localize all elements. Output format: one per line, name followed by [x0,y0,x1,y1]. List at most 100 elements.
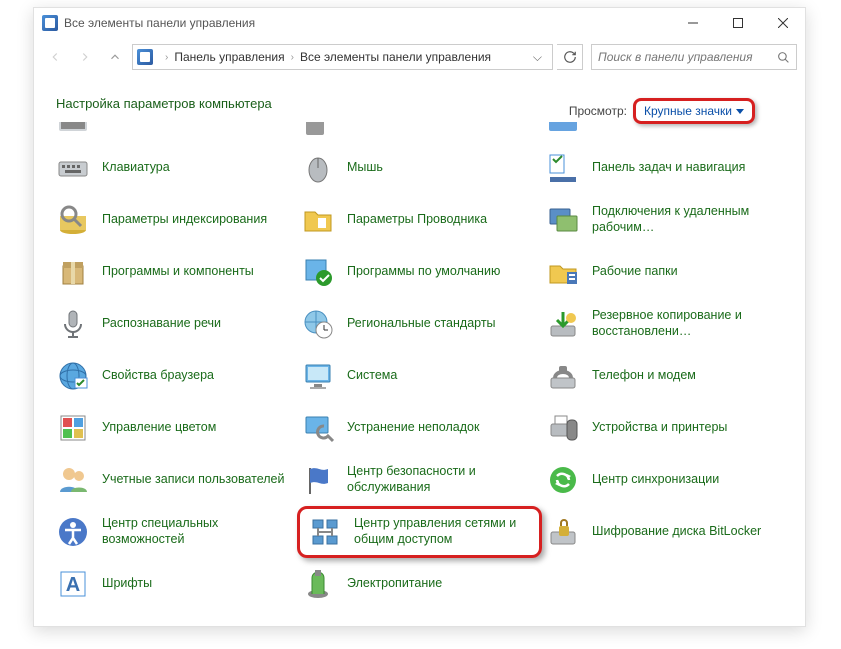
breadcrumb[interactable]: › Панель управления › Все элементы панел… [132,44,553,70]
item-ease[interactable]: Центр специальных возможностей [52,506,297,558]
item-label: Система [347,368,397,384]
defaults-icon [301,255,335,289]
item-remote[interactable]: Подключения к удаленным рабочим… [542,194,787,246]
content-area: Настройка параметров компьютера Просмотр… [34,76,805,121]
item-programs[interactable]: Программы и компоненты [52,246,297,298]
item-bitlocker[interactable]: Шифрование диска BitLocker [542,506,787,558]
folder-icon [301,203,335,237]
item-label: Программы и компоненты [102,264,254,280]
titlebar-text: Все элементы панели управления [64,16,670,30]
item-defaults[interactable]: Программы по умолчанию [297,246,542,298]
item-label: Телефон и модем [592,368,696,384]
item-browser[interactable]: Свойства браузера [52,350,297,402]
forward-button[interactable] [72,44,98,70]
list-item[interactable] [52,127,297,142]
mouse-icon [301,151,335,185]
wrench-icon [301,411,335,445]
close-button[interactable] [760,8,805,38]
chevron-down-icon [736,109,744,114]
phone-icon [546,359,580,393]
keyboard-icon [56,151,90,185]
list-item [542,558,787,610]
accessibility-icon [56,515,90,549]
item-speech[interactable]: Распознавание речи [52,298,297,350]
item-label: Учетные записи пользователей [102,472,285,488]
item-system[interactable]: Система [297,350,542,402]
power-icon [301,567,335,601]
taskbar-icon [546,151,580,185]
item-mouse[interactable]: Мышь [297,142,542,194]
window-controls [670,8,805,38]
globe-clock-icon [301,307,335,341]
up-button[interactable] [102,44,128,70]
search-folder-icon [56,203,90,237]
refresh-button[interactable] [557,44,583,70]
printer-icon [546,411,580,445]
item-fonts[interactable]: AШрифты [52,558,297,610]
item-label: Панель задач и навигация [592,160,745,176]
briefcase-icon [546,255,580,289]
app-icon [42,15,58,31]
item-workfolders[interactable]: Рабочие папки [542,246,787,298]
nav-row: › Панель управления › Все элементы панел… [34,38,805,76]
computer-icon [301,359,335,393]
microphone-icon [56,307,90,341]
item-label: Клавиатура [102,160,170,176]
view-label: Просмотр: [569,104,627,118]
chevron-right-icon: › [291,52,294,63]
item-label: Параметры Проводника [347,212,487,228]
view-mode-dropdown[interactable]: Крупные значки [633,98,755,124]
item-label: Резервное копирование и восстановлени… [592,308,782,339]
item-security[interactable]: Центр безопасности и обслуживания [297,454,542,506]
item-explorer[interactable]: Параметры Проводника [297,194,542,246]
item-devices[interactable]: Устройства и принтеры [542,402,787,454]
list-item[interactable] [542,127,787,142]
item-users[interactable]: Учетные записи пользователей [52,454,297,506]
items-grid: Клавиатура Мышь Панель задач и навигация… [34,121,805,610]
item-label: Центр специальных возможностей [102,516,292,547]
network-icon [308,515,342,549]
item-label: Шифрование диска BitLocker [592,524,761,540]
item-network-highlighted[interactable]: Центр управления сетями и общим доступом [297,506,542,558]
item-color[interactable]: Управление цветом [52,402,297,454]
item-label: Распознавание речи [102,316,221,332]
svg-text:A: A [66,574,80,596]
sync-icon [546,463,580,497]
item-taskbar[interactable]: Панель задач и навигация [542,142,787,194]
item-label: Рабочие папки [592,264,678,280]
item-power[interactable]: Электропитание [297,558,542,610]
item-regional[interactable]: Региональные стандарты [297,298,542,350]
backup-icon [546,307,580,341]
list-item[interactable] [297,127,542,142]
back-button[interactable] [42,44,68,70]
flag-icon [301,463,335,497]
item-label: Устройства и принтеры [592,420,727,436]
item-troubleshoot[interactable]: Устранение неполадок [297,402,542,454]
remote-desktop-icon [546,203,580,237]
view-current: Крупные значки [644,104,732,118]
item-backup[interactable]: Резервное копирование и восстановлени… [542,298,787,350]
breadcrumb-icon [137,49,153,65]
box-icon [56,255,90,289]
item-label: Центр управления сетями и общим доступом [354,516,531,547]
font-icon: A [56,567,90,601]
item-sync[interactable]: Центр синхронизации [542,454,787,506]
color-icon [56,411,90,445]
search-box[interactable]: Поиск в панели управления [591,44,797,70]
view-by: Просмотр: Крупные значки [569,98,755,124]
minimize-button[interactable] [670,8,715,38]
users-icon [56,463,90,497]
chevron-right-icon: › [165,52,168,63]
item-keyboard[interactable]: Клавиатура [52,142,297,194]
item-label: Подключения к удаленным рабочим… [592,204,782,235]
control-panel-window: Все элементы панели управления › Панель … [33,7,806,627]
item-label: Устранение неполадок [347,420,479,436]
search-placeholder: Поиск в панели управления [598,50,777,64]
item-indexing[interactable]: Параметры индексирования [52,194,297,246]
item-phone[interactable]: Телефон и модем [542,350,787,402]
breadcrumb-part[interactable]: Панель управления [174,50,284,64]
maximize-button[interactable] [715,8,760,38]
chevron-down-icon[interactable]: ⌵ [527,50,548,65]
item-label: Центр синхронизации [592,472,719,488]
breadcrumb-part[interactable]: Все элементы панели управления [300,50,491,64]
